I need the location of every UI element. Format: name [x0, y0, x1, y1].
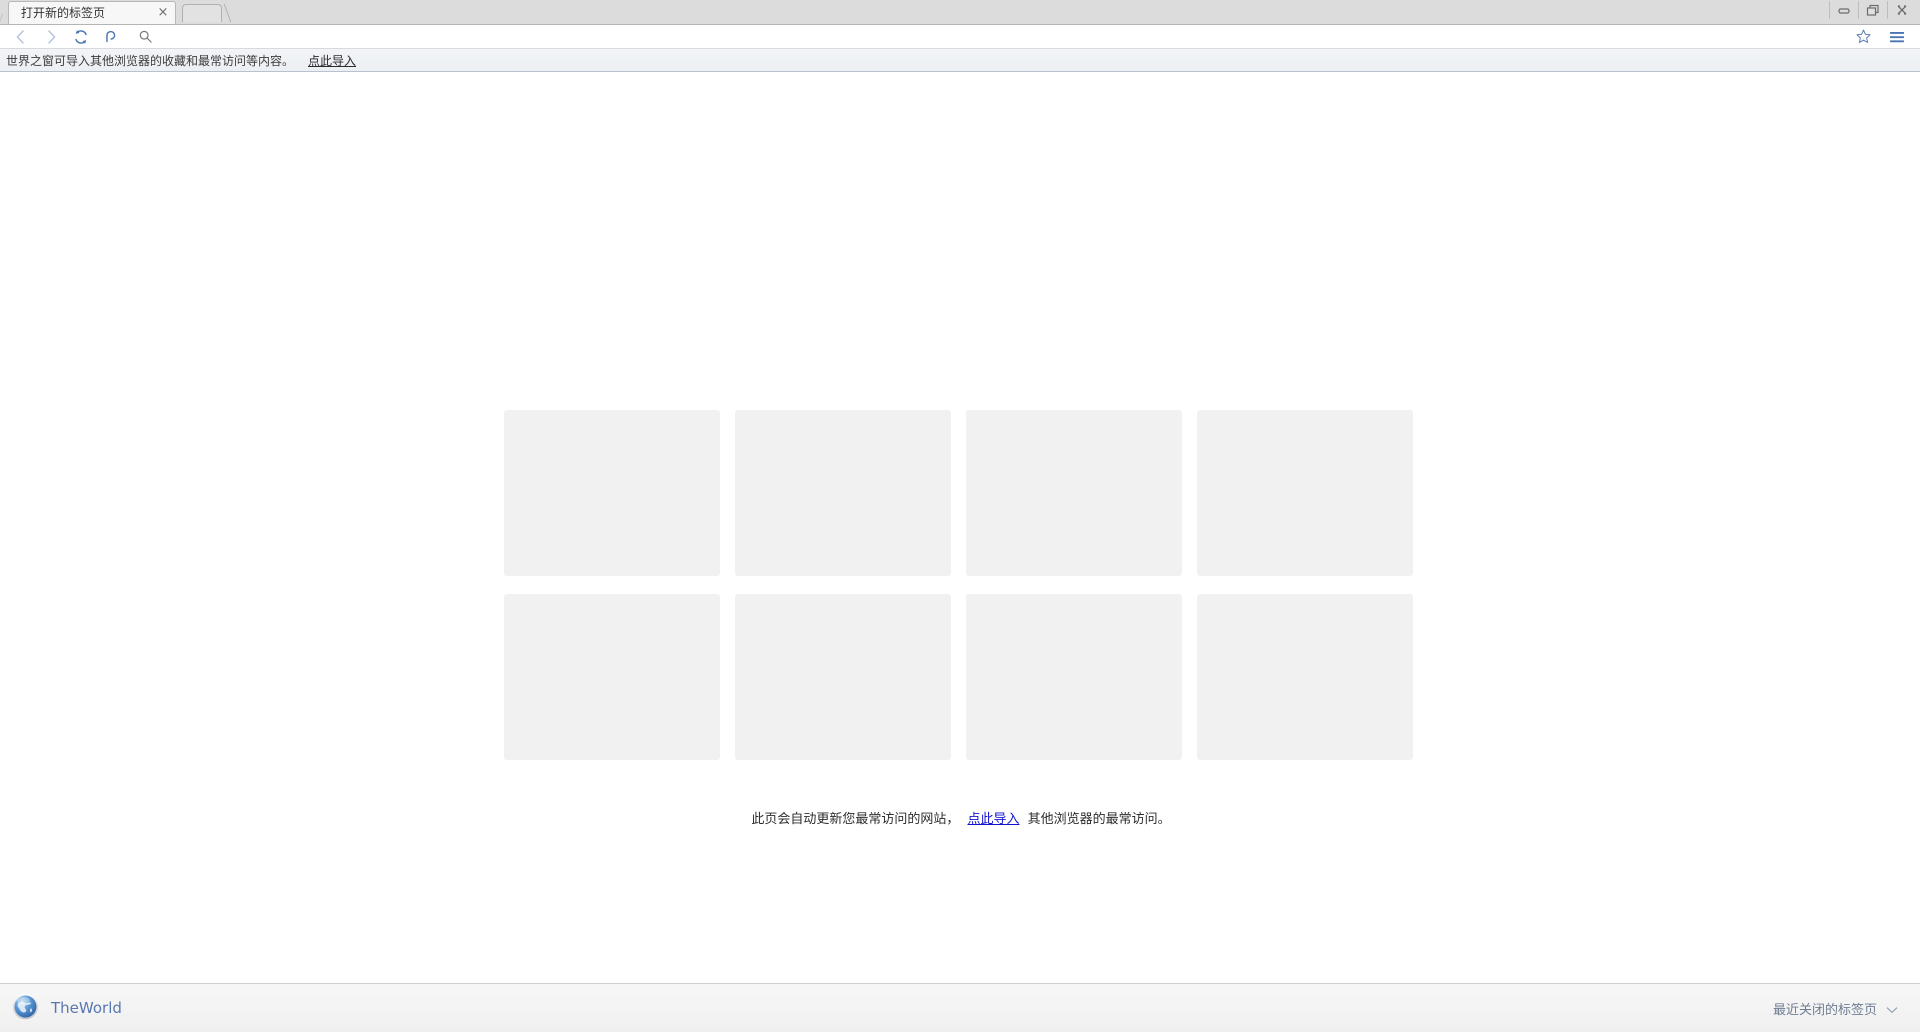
tab-title: 打开新的标签页 [21, 6, 106, 20]
minimize-button[interactable] [1829, 1, 1858, 19]
new-tab-page: 此页会自动更新您最常访问的网站， 点此导入 其他浏览器的最常访问。 [0, 72, 1920, 983]
browser-tab[interactable]: 打开新的标签页 × [8, 1, 176, 24]
status-bar: TheWorld 最近关闭的标签页 [0, 983, 1920, 1032]
restore-icon [1866, 4, 1879, 16]
reload-icon [75, 29, 87, 44]
speed-dial-tile[interactable] [504, 594, 720, 760]
menu-button[interactable] [1880, 25, 1914, 49]
toolbar-right-actions [1846, 25, 1914, 49]
speed-dial-grid [504, 410, 1418, 760]
chevron-right-icon [48, 29, 56, 44]
minimize-icon [1838, 8, 1850, 14]
caption-after-text: 其他浏览器的最常访问。 [1027, 812, 1171, 827]
caption-before-text: 此页会自动更新您最常访问的网站， [751, 812, 960, 827]
brand-button[interactable]: TheWorld [12, 993, 122, 1024]
forward-button[interactable] [36, 25, 66, 49]
speed-dial-caption: 此页会自动更新您最常访问的网站， 点此导入 其他浏览器的最常访问。 [504, 808, 1418, 827]
back-button[interactable] [6, 25, 36, 49]
navigation-toolbar [0, 25, 1920, 49]
speed-dial-tile[interactable] [966, 594, 1182, 760]
chevron-down-icon [1886, 999, 1898, 1018]
recent-tabs-button[interactable]: 最近关闭的标签页 [1773, 999, 1898, 1018]
search-icon [138, 29, 153, 44]
brand-name: TheWorld [51, 999, 122, 1017]
close-button[interactable] [1887, 1, 1916, 19]
restore-button[interactable] [1858, 1, 1887, 19]
speed-dial-tile[interactable] [735, 410, 951, 576]
hamburger-menu-icon [1890, 31, 1904, 42]
browser-window: 打开新的标签页 × 世界之窗可导入其他浏览器的收藏和最常访问等内容。 点此导入 … [0, 0, 1920, 1032]
chevron-left-icon [16, 29, 24, 44]
notification-text: 世界之窗可导入其他浏览器的收藏和最常访问等内容。 [6, 53, 295, 68]
address-input[interactable] [159, 25, 1842, 48]
speed-dial: 此页会自动更新您最常访问的网站， 点此导入 其他浏览器的最常访问。 [504, 410, 1418, 827]
import-notification-bar: 世界之窗可导入其他浏览器的收藏和最常访问等内容。 点此导入 [0, 49, 1920, 72]
speed-dial-tile[interactable] [1197, 594, 1413, 760]
tab-close-icon[interactable]: × [155, 5, 171, 21]
address-bar[interactable] [130, 25, 1842, 48]
caption-import-link[interactable]: 点此导入 [967, 812, 1019, 827]
star-icon [1855, 29, 1871, 43]
favorite-button[interactable] [1846, 25, 1880, 49]
tab-strip: 打开新的标签页 × [0, 0, 1920, 25]
new-tab-button[interactable] [182, 4, 222, 22]
reload-button[interactable] [66, 25, 96, 49]
globe-icon [12, 993, 39, 1024]
recent-tabs-label: 最近关闭的标签页 [1772, 1002, 1877, 1018]
undo-button[interactable] [96, 25, 126, 49]
speed-dial-tile[interactable] [735, 594, 951, 760]
speed-dial-tile[interactable] [504, 410, 720, 576]
speed-dial-tile[interactable] [966, 410, 1182, 576]
close-icon [1897, 5, 1907, 15]
notification-import-link[interactable]: 点此导入 [308, 52, 356, 69]
window-controls [1829, 1, 1916, 19]
undo-icon [106, 30, 116, 42]
speed-dial-tile[interactable] [1197, 410, 1413, 576]
